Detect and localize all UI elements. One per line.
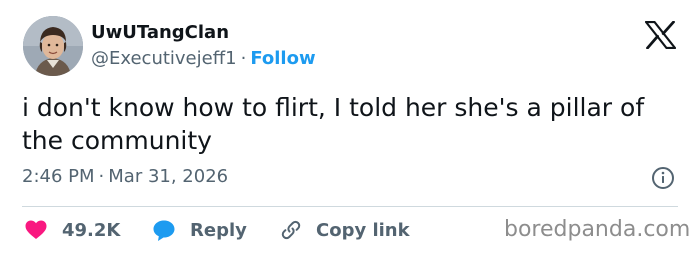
avatar[interactable]	[23, 16, 83, 76]
display-name[interactable]: UwUTangClan	[91, 22, 229, 43]
time-separator: ·	[98, 166, 105, 187]
handle-separator: ·	[240, 48, 247, 69]
tweet-text: i don't know how to flirt, I told her sh…	[22, 93, 645, 155]
copy-link-label: Copy link	[316, 219, 410, 241]
reply-button[interactable]: Reply	[152, 214, 247, 246]
avatar-photo	[23, 16, 83, 76]
like-count: 49.2K	[62, 219, 121, 241]
info-icon[interactable]	[651, 166, 675, 190]
tweet-time: 2:46 PM	[22, 166, 95, 187]
reply-label: Reply	[190, 219, 247, 241]
handle[interactable]: @Executivejeff1	[91, 48, 237, 69]
speech-bubble-icon	[152, 218, 176, 242]
link-icon	[279, 218, 303, 242]
watermark: boredpanda.com	[504, 217, 691, 242]
tweet-embed-card: UwUTangClan @Executivejeff1 · Follow i don…	[0, 0, 700, 256]
x-logo-icon[interactable]	[645, 21, 676, 49]
follow-button[interactable]: Follow	[250, 48, 315, 69]
handle-line: @Executivejeff1 · Follow	[91, 48, 316, 69]
copy-link-button[interactable]: Copy link	[279, 214, 410, 246]
divider	[22, 206, 678, 207]
heart-icon	[24, 218, 48, 242]
like-button[interactable]: 49.2K	[24, 214, 120, 246]
tweet-date: Mar 31, 2026	[108, 166, 229, 187]
timestamp-link[interactable]: 2:46 PM · Mar 31, 2026	[22, 166, 228, 187]
